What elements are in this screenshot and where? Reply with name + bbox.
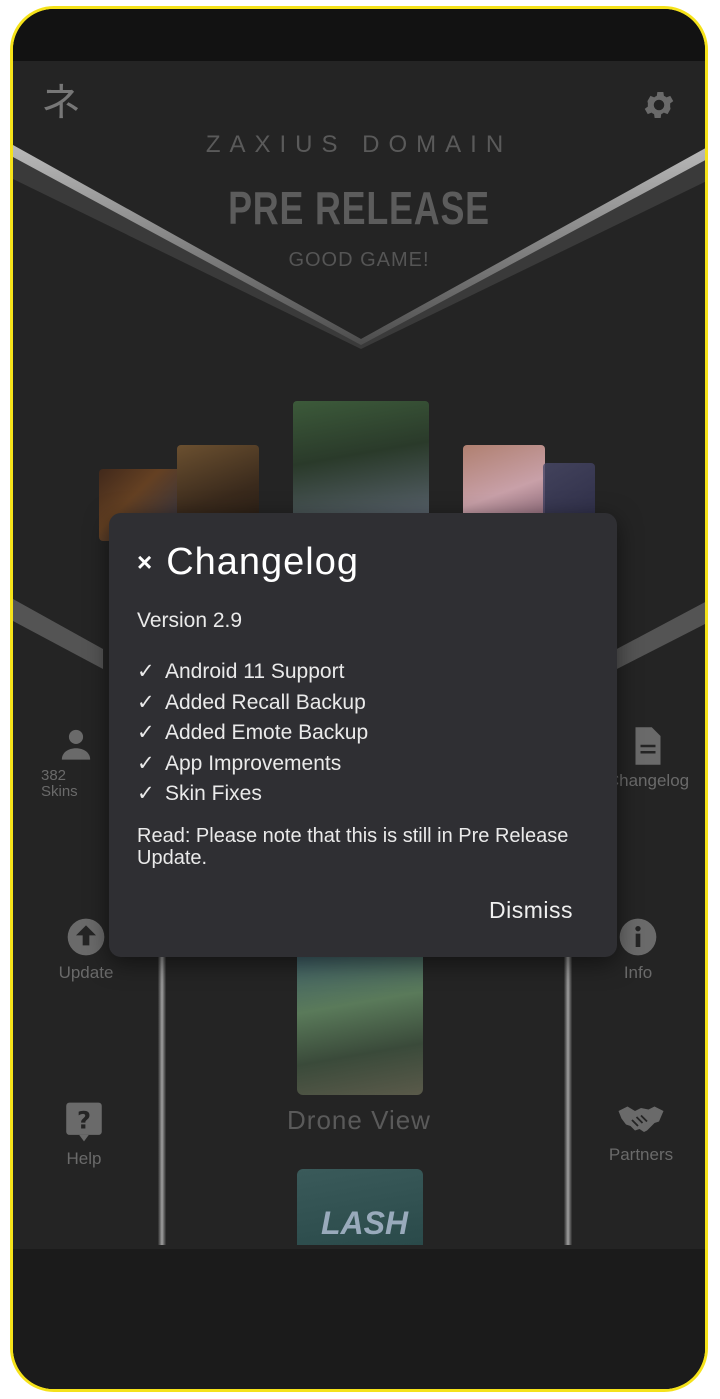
list-item: ✓ Added Recall Backup <box>137 688 368 719</box>
page-title: PRE RELEASE <box>228 182 490 234</box>
list-item: ✓ App Improvements <box>137 749 368 780</box>
user-icon <box>61 729 91 760</box>
check-icon: ✓ <box>137 660 155 683</box>
list-item-text: App Improvements <box>165 751 342 775</box>
info-label: Info <box>623 963 653 982</box>
dialog-title: Changelog <box>166 541 360 583</box>
scroll-rail <box>158 949 166 1245</box>
check-icon: ✓ <box>137 721 155 744</box>
list-item-text: Android 11 Support <box>165 660 345 683</box>
scroll-rail <box>564 949 572 1245</box>
update-label: Update <box>58 963 114 982</box>
brand-name: ZAXIUS DOMAIN <box>205 131 513 158</box>
feature-thumbnail[interactable]: LASH <box>297 1169 423 1245</box>
check-icon: ✓ <box>137 751 155 775</box>
upload-icon <box>67 918 105 956</box>
list-item-text: Skin Fixes <box>165 782 262 805</box>
list-item-text: Added Recall Backup <box>165 690 366 714</box>
list-item: ✓ Android 11 Support <box>137 657 368 688</box>
info-icon <box>619 918 657 956</box>
document-icon <box>635 727 661 765</box>
skins-label: Skins <box>41 785 78 797</box>
changelog-dialog: × Changelog Version 2.9 ✓ Android 11 Supp… <box>109 513 617 957</box>
device-frame: ネ ZAXIUS DOMAIN PRE RELEASE GOOD GAME! 3… <box>10 6 708 1392</box>
page-subtitle: GOOD GAME! <box>288 249 430 271</box>
list-item: ✓ Added Emote Backup <box>137 718 368 749</box>
bottom-area <box>13 1249 705 1389</box>
skins-button[interactable]: 382 Skins <box>41 727 111 797</box>
dialog-header: × Changelog <box>137 543 359 581</box>
release-note: Read: Please note that this is still in … <box>137 825 569 869</box>
list-item-text: Added Emote Backup <box>165 721 369 744</box>
list-item: ✓ Skin Fixes <box>137 779 368 810</box>
gear-icon[interactable] <box>641 87 677 123</box>
drone-view-label[interactable]: Drone View <box>13 1105 705 1136</box>
thumbnail-text: LASH <box>321 1205 409 1241</box>
check-icon: ✓ <box>137 690 155 714</box>
dismiss-button[interactable]: Dismiss <box>489 897 573 924</box>
check-icon: ✓ <box>137 782 155 805</box>
close-icon[interactable]: × <box>137 549 152 575</box>
partners-label: Partners <box>608 1145 674 1164</box>
logo-icon[interactable]: ネ <box>41 83 81 123</box>
changelog-list: ✓ Android 11 Support ✓ Added Recall Backup… <box>137 657 368 810</box>
version-text: Version 2.9 <box>137 609 243 632</box>
screen: ネ ZAXIUS DOMAIN PRE RELEASE GOOD GAME! 3… <box>13 9 705 1389</box>
skin-card-featured[interactable] <box>293 401 429 521</box>
drone-view-thumbnail[interactable] <box>297 945 423 1095</box>
help-label: Help <box>66 1149 102 1168</box>
skins-count: 382 <box>41 767 67 784</box>
